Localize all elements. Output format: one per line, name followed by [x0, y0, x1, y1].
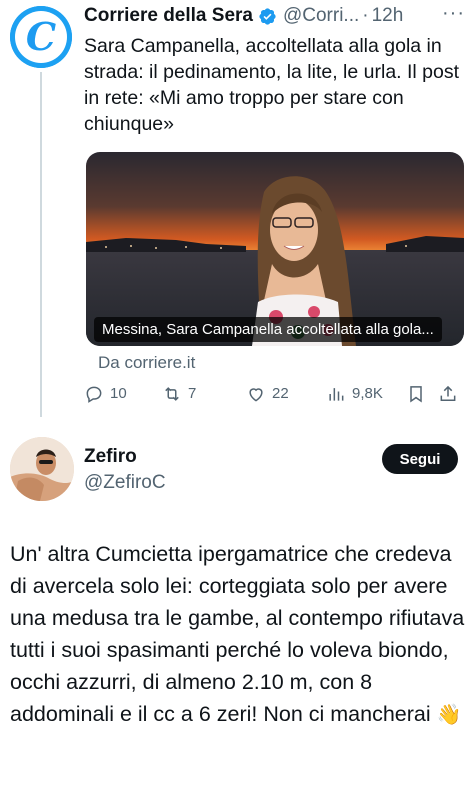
views-action[interactable]: 9,8K: [326, 384, 383, 404]
author-handle[interactable]: @Corri...: [283, 5, 359, 27]
repost-icon: [165, 387, 179, 401]
profile-photo: [10, 437, 74, 501]
reply-action[interactable]: 10: [84, 384, 127, 404]
reply-count: 10: [110, 385, 127, 402]
reply-author-name[interactable]: Zefiro: [84, 446, 137, 468]
views-count: 9,8K: [352, 385, 383, 402]
reply-tweet-text: Un' altra Cumcietta ipergamatrice che cr…: [10, 538, 472, 731]
share-action[interactable]: [438, 384, 464, 404]
bookmark-icon: [410, 386, 422, 403]
corriere-logo: C: [15, 11, 67, 63]
quoted-header: Corriere della Sera @Corri... · 12h: [84, 2, 403, 30]
repost-action[interactable]: 7: [162, 384, 196, 404]
corriere-avatar[interactable]: C: [10, 6, 72, 68]
verified-badge-icon: [259, 7, 276, 25]
reply-body: Un' altra Cumcietta ipergamatrice che cr…: [10, 542, 465, 726]
author-name[interactable]: Corriere della Sera: [84, 5, 253, 27]
article-source[interactable]: Da corriere.it: [98, 353, 195, 373]
thread-line: [40, 72, 42, 417]
reply-icon: [86, 386, 102, 403]
views-icon: [329, 388, 344, 401]
quoted-tweet-text: Sara Campanella, accoltellata alla gola …: [84, 35, 460, 135]
reply-author-handle[interactable]: @ZefiroC: [84, 472, 166, 494]
avatar-letter: C: [25, 14, 57, 59]
media-caption: Messina, Sara Campanella accoltellata al…: [94, 317, 442, 342]
share-icon: [440, 385, 456, 401]
like-count: 22: [272, 385, 289, 402]
repost-count: 7: [188, 385, 197, 402]
follow-button[interactable]: Segui: [382, 444, 458, 474]
separator-dot: ·: [362, 5, 369, 26]
more-options-icon[interactable]: ···: [442, 2, 465, 25]
heart-icon: [249, 388, 263, 402]
zefiro-avatar[interactable]: [10, 437, 74, 501]
bookmark-action[interactable]: [406, 384, 432, 404]
action-bar: 10 7 22 9,8K: [84, 384, 464, 410]
like-action[interactable]: 22: [246, 384, 289, 404]
timestamp[interactable]: 12h: [372, 5, 404, 27]
waving-hand-emoji: 👋: [436, 704, 462, 726]
